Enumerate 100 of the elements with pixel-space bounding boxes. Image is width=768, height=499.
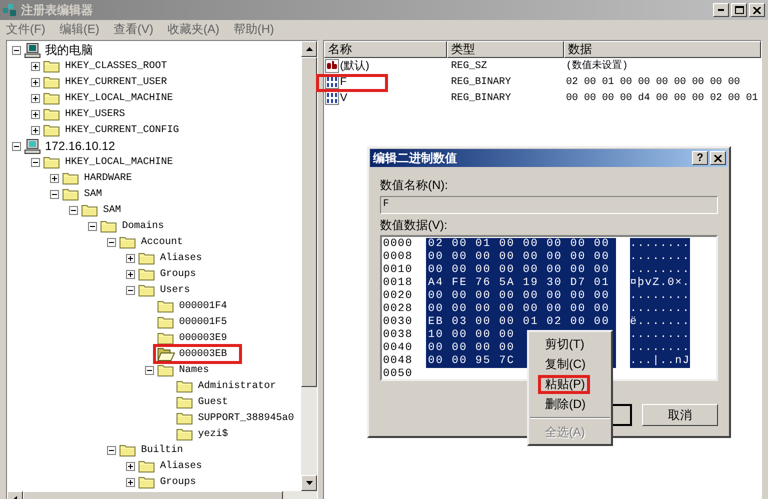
expand-icon[interactable] xyxy=(31,126,40,134)
value-data: 00 00 00 00 d4 00 00 00 02 00 01 xyxy=(565,92,760,106)
expand-icon[interactable] xyxy=(31,110,40,118)
cancel-button[interactable]: 取消 xyxy=(642,404,718,426)
expand-icon[interactable] xyxy=(126,478,135,486)
value-name[interactable]: (默认) xyxy=(340,60,370,72)
column-header[interactable]: 数据 xyxy=(564,41,761,58)
expand-icon[interactable] xyxy=(50,174,59,182)
offset-text: 0028 xyxy=(382,303,414,316)
value-data: (数值未设置) xyxy=(565,58,630,74)
tree-item[interactable]: Names xyxy=(178,364,210,376)
tree-item[interactable]: HKEY_USERS xyxy=(64,108,126,120)
tree-item[interactable]: 000001F5 xyxy=(178,316,228,328)
help-button[interactable]: ? xyxy=(692,151,708,165)
menu-item[interactable]: 粘贴(P) xyxy=(545,376,585,392)
expand-icon[interactable] xyxy=(126,270,135,278)
tree-item[interactable]: Account xyxy=(140,236,184,248)
ascii-text: ........ xyxy=(630,329,690,342)
value-name[interactable]: V xyxy=(340,92,348,104)
tree-item[interactable]: HKEY_CURRENT_CONFIG xyxy=(64,124,180,136)
tree-item[interactable]: Users xyxy=(159,284,192,296)
scroll-up-icon xyxy=(306,47,312,51)
tree-item[interactable]: Groups xyxy=(159,476,198,488)
tree-item[interactable]: 000003E9 xyxy=(178,332,228,344)
close-button[interactable] xyxy=(710,151,726,165)
maximize-button[interactable] xyxy=(731,3,747,17)
tree-item[interactable]: 我的电脑 xyxy=(44,44,94,56)
expand-icon[interactable] xyxy=(31,78,40,86)
close-icon xyxy=(714,154,722,162)
menu-item[interactable]: 删除(D) xyxy=(545,396,586,412)
offset-text: 0020 xyxy=(382,290,414,303)
collapse-icon[interactable] xyxy=(50,190,59,198)
value-type: REG_SZ xyxy=(450,60,488,74)
tree-item[interactable]: Domains xyxy=(121,220,166,232)
collapse-icon[interactable] xyxy=(145,366,154,374)
collapse-icon[interactable] xyxy=(31,158,40,166)
tree-item[interactable]: HKEY_LOCAL_MACHINE xyxy=(64,156,174,168)
dialog-title: 编辑二进制数值 xyxy=(373,150,457,167)
column-header[interactable]: 类型 xyxy=(447,41,564,58)
minimize-button[interactable] xyxy=(713,3,729,17)
value-data-label: 数值数据(V): xyxy=(380,217,448,233)
tree-item[interactable]: HKEY_CLASSES_ROOT xyxy=(64,60,168,72)
menu-item[interactable]: 文件(F) xyxy=(6,20,46,38)
tree-item[interactable]: Builtin xyxy=(140,444,184,456)
ascii-text: ë....... xyxy=(630,316,690,329)
close-button[interactable] xyxy=(749,3,765,17)
collapse-icon[interactable] xyxy=(107,446,116,454)
scroll-thumb[interactable] xyxy=(301,57,317,387)
collapse-icon[interactable] xyxy=(126,286,135,294)
ascii-text: ...|..nJ xyxy=(630,355,690,368)
collapse-icon[interactable] xyxy=(107,238,116,246)
tree-item[interactable]: SUPPORT_388945a0 xyxy=(197,412,296,424)
tree-item[interactable]: Aliases xyxy=(159,252,204,264)
tree-item[interactable]: HARDWARE xyxy=(83,172,134,184)
tree-item[interactable]: Administrator xyxy=(197,380,278,392)
tree-item[interactable]: HKEY_CURRENT_USER xyxy=(64,76,168,88)
window-title: 注册表编辑器 xyxy=(21,2,93,19)
offset-text: 0040 xyxy=(382,342,414,355)
scroll-down-icon xyxy=(306,481,312,485)
expand-icon[interactable] xyxy=(31,62,40,70)
ascii-text: ........ xyxy=(630,238,690,251)
value-type: REG_BINARY xyxy=(450,92,512,106)
vertical-scrollbar[interactable] xyxy=(301,41,317,491)
collapse-icon[interactable] xyxy=(12,142,21,150)
offset-text: 0000 xyxy=(382,238,414,251)
value-type: REG_BINARY xyxy=(450,76,512,90)
value-data: 02 00 01 00 00 00 00 00 00 00 xyxy=(565,76,742,90)
hex-bytes: 02 00 01 00 00 00 00 00 xyxy=(426,238,616,251)
hex-bytes: 00 00 00 00 00 00 00 00 xyxy=(426,264,616,277)
close-icon xyxy=(753,6,761,14)
menu-item[interactable]: 帮助(H) xyxy=(233,20,274,38)
expand-icon[interactable] xyxy=(126,254,135,262)
tree-item[interactable]: Groups xyxy=(159,268,198,280)
column-header[interactable]: 名称 xyxy=(324,41,447,58)
ascii-text: ¤þvZ.0×. xyxy=(630,277,690,290)
collapse-icon[interactable] xyxy=(88,222,97,230)
hex-bytes: A4 FE 76 5A 19 30 D7 01 xyxy=(426,277,616,290)
offset-text: 0050 xyxy=(382,368,414,381)
menu-item[interactable]: 查看(V) xyxy=(113,20,154,38)
tree-item[interactable]: 000003EB xyxy=(178,348,228,360)
tree-item[interactable]: 000001F4 xyxy=(178,300,228,312)
collapse-icon[interactable] xyxy=(12,46,21,54)
tree-item[interactable]: Aliases xyxy=(159,460,204,472)
tree-item[interactable]: yezi$ xyxy=(197,428,230,440)
tree-item[interactable]: 172.16.10.12 xyxy=(44,140,116,152)
registry-app-icon xyxy=(3,4,17,16)
tree-item[interactable]: Guest xyxy=(197,396,230,408)
tree-item[interactable]: HKEY_LOCAL_MACHINE xyxy=(64,92,174,104)
menu-item[interactable]: 编辑(E) xyxy=(59,20,100,38)
value-name-label: 数值名称(N): xyxy=(380,177,449,194)
value-name-field[interactable]: F xyxy=(380,196,718,214)
menu-item[interactable]: 收藏夹(A) xyxy=(167,20,220,38)
expand-icon[interactable] xyxy=(31,94,40,102)
ascii-text: ........ xyxy=(630,290,690,303)
tree-item[interactable]: SAM xyxy=(102,204,122,216)
hex-bytes: 00 00 00 00 00 00 00 00 xyxy=(426,303,616,316)
tree-item[interactable]: SAM xyxy=(83,188,104,200)
value-name[interactable]: F xyxy=(340,76,347,88)
expand-icon[interactable] xyxy=(126,462,135,470)
collapse-icon[interactable] xyxy=(69,206,78,214)
